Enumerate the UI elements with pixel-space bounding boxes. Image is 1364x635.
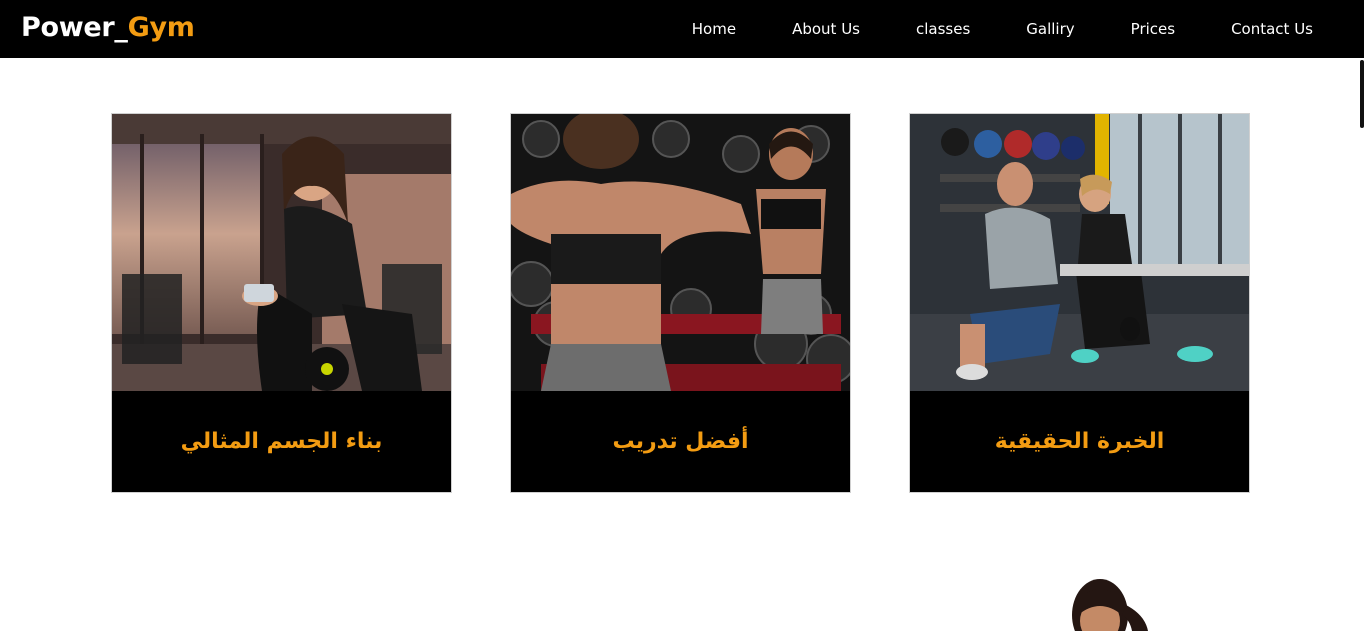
nav-link-prices[interactable]: Prices bbox=[1131, 20, 1175, 38]
nav-link-about-us[interactable]: About Us bbox=[792, 20, 860, 38]
feature-card-real-experience[interactable]: الخبرة الحقيقية bbox=[909, 113, 1250, 493]
feature-card-best-training[interactable]: أفضل تدريب bbox=[510, 113, 851, 493]
nav-menu: Home About Us classes Galliry Prices Con… bbox=[692, 0, 1313, 58]
feature-card-caption: أفضل تدريب bbox=[511, 391, 850, 492]
nav-link-home[interactable]: Home bbox=[692, 20, 736, 38]
logo-text-gym: Gym bbox=[127, 12, 195, 43]
feature-card-bodybuilding[interactable]: بناء الجسم المثالي bbox=[111, 113, 452, 493]
nav-link-contact-us[interactable]: Contact Us bbox=[1231, 20, 1313, 38]
trainer-assisting-woman-photo bbox=[910, 114, 1249, 391]
woman-with-phone-and-dumbbell-photo bbox=[112, 114, 451, 391]
feature-card-title: الخبرة الحقيقية bbox=[994, 429, 1165, 454]
scrollbar-thumb[interactable] bbox=[1360, 60, 1364, 128]
feature-card-caption: الخبرة الحقيقية bbox=[910, 391, 1249, 492]
woman-head-photo bbox=[1060, 575, 1160, 635]
woman-flexing-in-mirror-photo bbox=[511, 114, 850, 391]
feature-card-title: بناء الجسم المثالي bbox=[180, 429, 383, 454]
feature-card-title: أفضل تدريب bbox=[612, 429, 749, 454]
feature-card-caption: بناء الجسم المثالي bbox=[112, 391, 451, 492]
top-navbar: Power_Gym Home About Us classes Galliry … bbox=[0, 0, 1364, 58]
logo-text-power: Power_ bbox=[21, 12, 128, 43]
nav-link-gallery[interactable]: Galliry bbox=[1026, 20, 1074, 38]
site-logo[interactable]: Power_Gym bbox=[21, 12, 195, 43]
nav-link-classes[interactable]: classes bbox=[916, 20, 970, 38]
